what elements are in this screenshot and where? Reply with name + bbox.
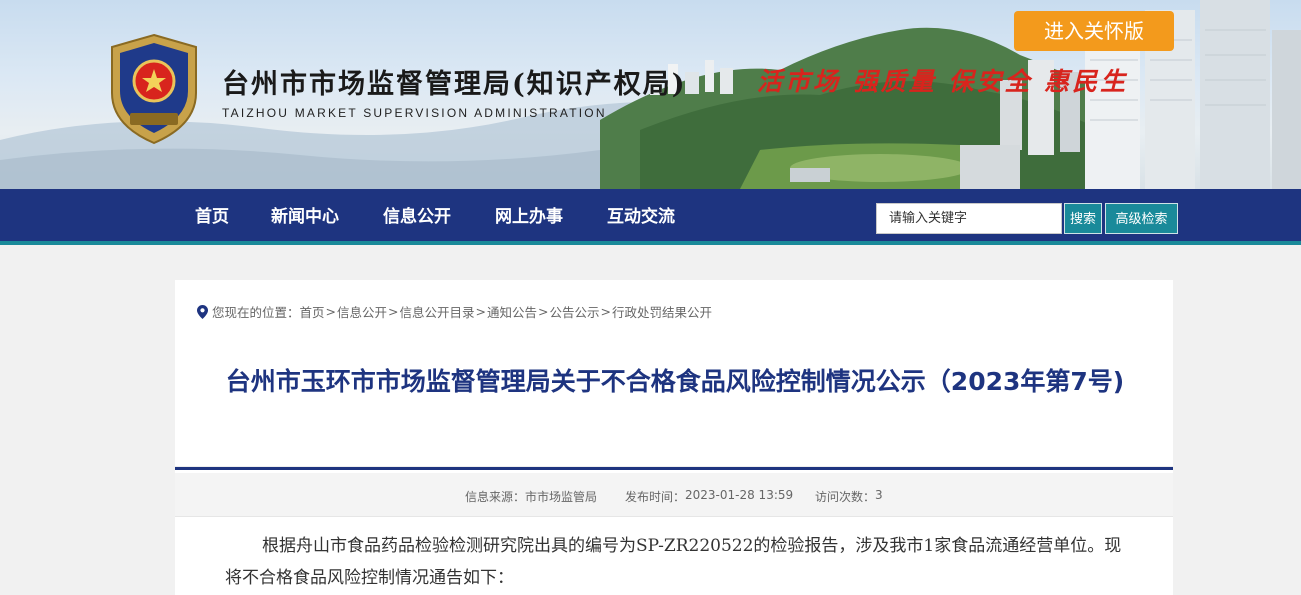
article-title: 台州市玉环市市场监督管理局关于不合格食品风险控制情况公示（2023年第7号) (225, 367, 1125, 396)
main-navigation: 首页 新闻中心 信息公开 网上办事 互动交流 搜索 高级检索 (0, 189, 1301, 245)
views-value: 3 (875, 488, 883, 502)
source-value: 市市场监管局 (525, 490, 598, 504)
breadcrumb-separator: > (600, 304, 612, 319)
breadcrumb-item-info-catalog[interactable]: 信息公开目录 (400, 302, 475, 321)
header-banner: 台州市市场监督管理局(知识产权局) TAIZHOU MARKET SUPERVI… (0, 0, 1301, 189)
breadcrumb-separator: > (475, 304, 487, 319)
nav-item-home[interactable]: 首页 (195, 189, 229, 245)
views-label: 访问次数： (815, 490, 876, 504)
site-title: 台州市市场监督管理局(知识产权局) (222, 69, 687, 100)
date-label: 发布时间： (625, 490, 686, 504)
nav-item-info-disclosure[interactable]: 信息公开 (383, 189, 451, 245)
nav-item-online-services[interactable]: 网上办事 (495, 189, 563, 245)
breadcrumb-prefix: 您现在的位置： (212, 305, 300, 320)
site-subtitle: TAIZHOU MARKET SUPERVISION ADMINISTRATIO… (222, 106, 607, 120)
breadcrumb-separator: > (325, 304, 337, 319)
breadcrumb-item-home[interactable]: 首页 (300, 302, 325, 321)
nav-item-news[interactable]: 新闻中心 (271, 189, 339, 245)
search-button[interactable]: 搜索 (1064, 203, 1102, 234)
emblem-logo (111, 33, 197, 145)
breadcrumb: 您现在的位置： 首页 > 信息公开 > 信息公开目录 > 通知公告 > 公告公示… (197, 302, 712, 321)
breadcrumb-item-penalty-results[interactable]: 行政处罚结果公开 (612, 302, 712, 321)
location-pin-icon (197, 304, 208, 319)
care-mode-button[interactable]: 进入关怀版 (1014, 11, 1174, 51)
source-label: 信息来源： (465, 490, 526, 504)
content-panel: 您现在的位置： 首页 > 信息公开 > 信息公开目录 > 通知公告 > 公告公示… (175, 280, 1173, 595)
article-title-box: 台州市玉环市市场监督管理局关于不合格食品风险控制情况公示（2023年第7号) (175, 337, 1173, 470)
breadcrumb-item-info-disclosure[interactable]: 信息公开 (337, 302, 387, 321)
advanced-search-button[interactable]: 高级检索 (1105, 203, 1178, 234)
article-meta: 信息来源： 市市场监管局 发布时间： 2023-01-28 13:59 访问次数… (175, 473, 1173, 517)
article-body: 根据舟山市食品药品检验检测研究院出具的编号为SP-ZR220522的检验报告，涉… (225, 536, 1122, 588)
nav-item-interaction[interactable]: 互动交流 (607, 189, 675, 245)
site-slogan: 活市场 强质量 保安全 惠民生 (757, 67, 1129, 96)
search-input[interactable] (876, 203, 1062, 234)
breadcrumb-item-notices[interactable]: 通知公告 (487, 302, 537, 321)
breadcrumb-separator: > (538, 304, 549, 319)
date-value: 2023-01-28 13:59 (685, 488, 794, 502)
breadcrumb-separator: > (388, 304, 399, 319)
breadcrumb-item-announcements[interactable]: 公告公示 (550, 302, 600, 321)
